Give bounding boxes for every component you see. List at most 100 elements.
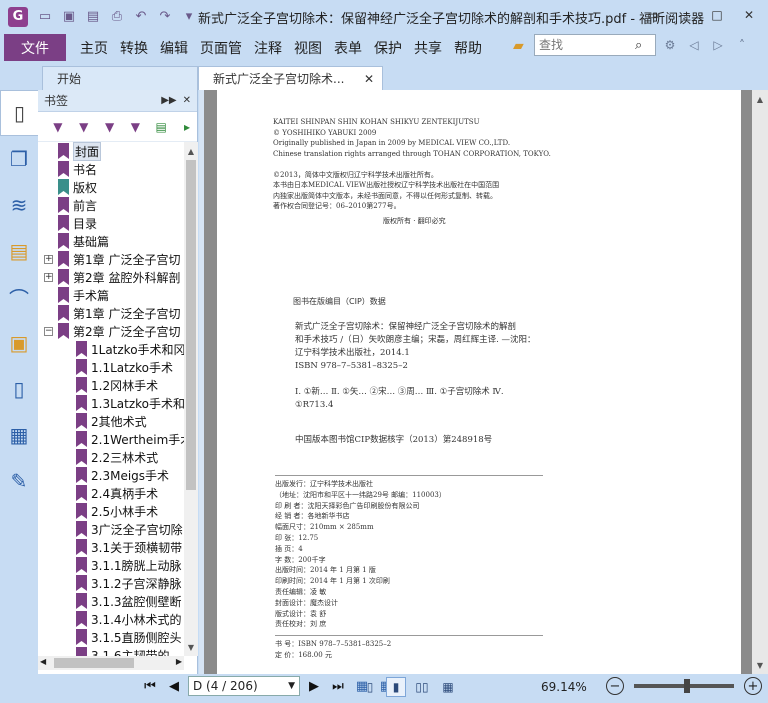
bookmark-item[interactable]: 2.1Wertheim手术: [38, 430, 184, 448]
panel-expand-icon[interactable]: ▶▶: [161, 95, 176, 106]
previous-result-icon[interactable]: ◁: [684, 36, 704, 54]
attachments-panel-icon[interactable]: ⌒: [0, 274, 38, 320]
bookmark-item[interactable]: 3.1.3盆腔侧壁断: [38, 592, 184, 610]
save-as-icon[interactable]: ▤: [82, 6, 104, 28]
bookmark-horizontal-scrollbar[interactable]: ◀ ▶: [38, 656, 184, 670]
security-lock-icon[interactable]: ▣: [0, 320, 38, 366]
bookmark-item[interactable]: 2其他术式: [38, 412, 184, 430]
continuous-facing-view-icon[interactable]: ▦: [438, 677, 458, 697]
zoom-slider[interactable]: [634, 679, 734, 693]
settings-gear-icon[interactable]: ⚙: [660, 36, 680, 54]
find-folder-icon[interactable]: ▰: [513, 38, 524, 54]
next-result-icon[interactable]: ▷: [708, 36, 728, 54]
document-vertical-scrollbar[interactable]: ▲ ▼: [752, 90, 768, 674]
bookmark-item[interactable]: 基础篇: [38, 232, 184, 250]
continuous-view-icon[interactable]: ▮: [386, 677, 406, 697]
menu-protect[interactable]: 保护: [368, 38, 408, 58]
bookmark-item[interactable]: 2.5小林手术: [38, 502, 184, 520]
scroll-up-icon[interactable]: ▲: [752, 92, 768, 106]
customize-dropdown-icon[interactable]: ▾: [178, 6, 200, 28]
bookmark-item[interactable]: 3.1.4小林术式的: [38, 610, 184, 628]
bookmark-item[interactable]: − 第2章 广泛全子宫切: [38, 322, 184, 340]
bookmark-vertical-scrollbar[interactable]: ▲ ▼: [184, 142, 198, 656]
redo-icon[interactable]: ↷: [154, 6, 176, 28]
bookmark-item[interactable]: 书名: [38, 160, 184, 178]
previous-page-icon[interactable]: ◀: [164, 676, 184, 696]
panel-close-icon[interactable]: ✕: [183, 95, 191, 106]
bookmark-item[interactable]: 3.1关于颈横韧带: [38, 538, 184, 556]
app-logo-icon[interactable]: G: [8, 6, 28, 27]
bookmark-item[interactable]: 版权: [38, 178, 184, 196]
next-page-icon[interactable]: ▶: [304, 676, 324, 696]
bookmark-item[interactable]: 手术篇: [38, 286, 184, 304]
expand-node-icon[interactable]: +: [44, 254, 53, 264]
maximize-button[interactable]: □: [702, 4, 732, 26]
bookmark-item[interactable]: 2.2三林术式: [38, 448, 184, 466]
bookmark-item[interactable]: 1Latzko手术和冈: [38, 340, 184, 358]
bookmark-item[interactable]: 2.3Meigs手术: [38, 466, 184, 484]
bookmark-item[interactable]: 3.1.1膀胱上动脉: [38, 556, 184, 574]
menu-help[interactable]: 帮助: [448, 38, 488, 58]
menu-edit[interactable]: 编辑: [154, 38, 194, 58]
search-icon[interactable]: ⌕: [635, 38, 642, 53]
expand-bookmark-icon[interactable]: ▸: [177, 116, 197, 138]
facing-view-icon[interactable]: ▯▯: [412, 677, 432, 697]
menu-comment[interactable]: 注释: [248, 38, 288, 58]
collapse-node-icon[interactable]: −: [44, 326, 53, 336]
search-input[interactable]: [539, 36, 635, 54]
scrollbar-thumb[interactable]: [186, 160, 196, 490]
menu-home[interactable]: 主页: [74, 38, 114, 58]
save-icon[interactable]: ▣: [58, 6, 80, 28]
scroll-left-icon[interactable]: ◀: [40, 657, 46, 666]
bookmark-item[interactable]: + 第1章 广泛全子宫切: [38, 250, 184, 268]
bookmark-item[interactable]: 1.3Latzko手术和: [38, 394, 184, 412]
ribbon-display-icon[interactable]: ▭: [638, 4, 668, 26]
bookmark-item[interactable]: 封面: [38, 142, 184, 161]
add-child-bookmark-icon[interactable]: ▼: [100, 116, 120, 138]
scroll-right-icon[interactable]: ▶: [176, 657, 182, 666]
single-page-view-icon[interactable]: ▯: [360, 677, 380, 697]
zoom-in-icon[interactable]: +: [744, 677, 762, 695]
bookmark-item[interactable]: 第1章 广泛全子宫切: [38, 304, 184, 322]
bookmark-item[interactable]: 2.4真柄手术: [38, 484, 184, 502]
document-properties-icon[interactable]: ▯: [0, 366, 38, 412]
scroll-down-icon[interactable]: ▼: [184, 640, 198, 654]
bookmark-item[interactable]: + 第2章 盆腔外科解剖: [38, 268, 184, 286]
delete-bookmark-icon[interactable]: ▼: [48, 116, 68, 138]
page-number-field[interactable]: D (4 / 206) ▼: [188, 676, 300, 696]
comments-panel-icon[interactable]: ▤: [0, 228, 38, 274]
print-icon[interactable]: ⎙: [106, 6, 128, 28]
open-folder-icon[interactable]: ▭: [34, 6, 56, 28]
bookmark-go-icon[interactable]: ▼: [125, 116, 145, 138]
pages-panel-icon[interactable]: ❐: [0, 136, 38, 182]
close-tab-icon[interactable]: ✕: [364, 72, 374, 86]
add-bookmark-icon[interactable]: ▼: [74, 116, 94, 138]
first-page-icon[interactable]: ⏮: [140, 676, 160, 696]
collapse-ribbon-icon[interactable]: ˄: [732, 36, 752, 54]
signature-panel-icon[interactable]: ✎: [0, 458, 38, 504]
bookmarks-panel-icon[interactable]: ▯: [0, 90, 38, 136]
undo-icon[interactable]: ↶: [130, 6, 152, 28]
close-button[interactable]: ✕: [734, 4, 764, 26]
tab-document[interactable]: 新式广泛全子宫切除术... ✕: [198, 66, 383, 90]
scroll-up-icon[interactable]: ▲: [184, 144, 198, 158]
menu-share[interactable]: 共享: [408, 38, 448, 58]
scrollbar-thumb[interactable]: [54, 658, 134, 668]
layers-panel-icon[interactable]: ≋: [0, 182, 38, 228]
bookmark-item[interactable]: 目录: [38, 214, 184, 232]
chevron-down-icon[interactable]: ▼: [288, 681, 295, 691]
zoom-level[interactable]: 69.14%: [541, 680, 587, 694]
bookmark-item[interactable]: 1.1Latzko手术: [38, 358, 184, 376]
bookmark-item[interactable]: 前言: [38, 196, 184, 214]
form-fields-icon[interactable]: ▦: [0, 412, 38, 458]
last-page-icon[interactable]: ⏭: [328, 676, 348, 696]
minimize-button[interactable]: —: [670, 4, 700, 26]
menu-convert[interactable]: 转换: [114, 38, 154, 58]
zoom-out-icon[interactable]: −: [606, 677, 624, 695]
expand-node-icon[interactable]: +: [44, 272, 53, 282]
zoom-slider-knob[interactable]: [684, 679, 690, 693]
bookmark-item[interactable]: 3.1.6主韧带的: [38, 646, 184, 656]
bookmark-item[interactable]: 3.1.5直肠侧腔头: [38, 628, 184, 646]
bookmark-item[interactable]: 3.1.2子宫深静脉: [38, 574, 184, 592]
menu-organize[interactable]: 页面管: [194, 38, 248, 58]
